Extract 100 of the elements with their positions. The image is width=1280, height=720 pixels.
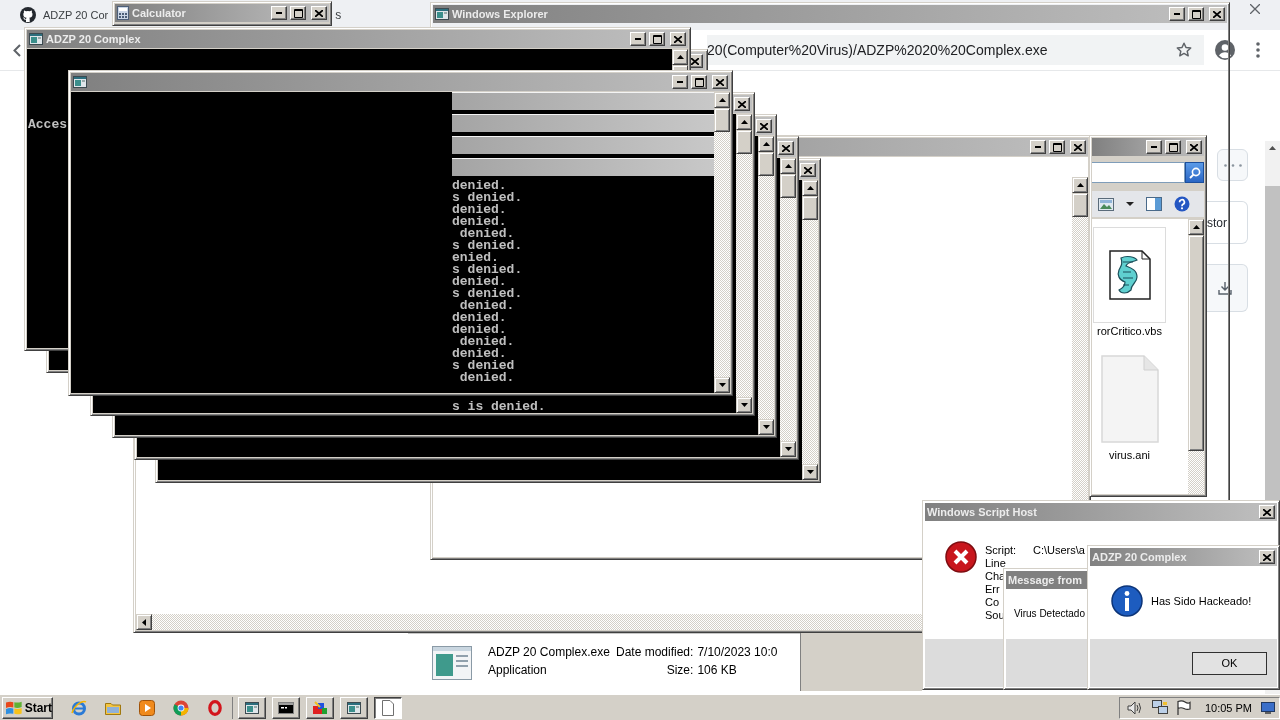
scroll-thumb[interactable] [758,152,774,176]
window-title: Calculator [132,7,186,19]
close-button[interactable] [734,97,750,111]
scroll-thumb[interactable] [780,174,796,198]
scrollbar[interactable] [736,114,752,413]
minimize-icon [1151,146,1157,148]
account-icon[interactable] [1215,40,1235,60]
scroll-thumb[interactable] [714,108,730,132]
scroll-down-button[interactable] [736,397,752,413]
clock[interactable]: 10:05 PM [1204,701,1252,714]
scrollbar[interactable] [802,180,818,480]
scroll-up-button[interactable] [736,114,752,130]
up-arrow-icon[interactable] [1269,146,1276,150]
scroll-down-button[interactable] [714,377,730,393]
flag-icon[interactable] [1176,700,1191,715]
close-icon [782,144,790,152]
back-button[interactable] [13,43,21,57]
speaker-icon[interactable] [1126,700,1143,715]
scroll-left-button[interactable] [136,614,152,630]
minimize-button[interactable] [1030,140,1046,154]
scroll-up-button[interactable] [672,49,688,65]
download-icon [1218,281,1232,295]
maximize-button[interactable] [1165,140,1181,154]
scroll-thumb[interactable] [1265,186,1280,501]
tab-title[interactable]: s [335,8,342,22]
close-button[interactable] [800,163,816,177]
layout-icon[interactable] [1146,197,1162,211]
file-tile[interactable] [1093,227,1166,323]
close-button[interactable] [1259,505,1275,519]
minimize-button[interactable] [271,6,287,20]
close-button[interactable] [311,6,327,20]
down-arrow-icon [718,383,726,387]
scroll-thumb[interactable] [672,65,688,70]
close-button[interactable] [1209,7,1225,21]
scroll-down-button[interactable] [780,441,796,457]
maximize-button[interactable] [1188,7,1204,21]
close-button[interactable] [778,141,794,155]
network-icon[interactable] [1151,700,1168,715]
menu-icon[interactable] [1256,42,1260,58]
scrollbar[interactable] [672,49,688,70]
window-icon [347,701,361,714]
logo-icon [20,7,36,23]
minimize-button[interactable] [630,32,646,46]
help-icon[interactable] [1174,196,1190,212]
scroll-up-button[interactable] [1188,219,1204,235]
tab-title[interactable]: ADZP 20 Cor [43,9,109,21]
paint-icon [312,700,328,715]
field-label: Err [985,583,1001,596]
star-icon[interactable] [1176,42,1192,58]
message-text: Virus Detectado [1014,608,1085,619]
taskbar-button[interactable] [374,696,402,719]
scrollbar[interactable] [780,158,796,457]
scroll-thumb[interactable] [736,130,752,154]
scroll-down-button[interactable] [758,419,774,435]
maximize-button[interactable] [649,32,665,46]
scroll-up-button[interactable] [780,158,796,174]
scroll-thumb[interactable] [802,196,818,220]
scroll-up-button[interactable] [1072,177,1088,193]
minimize-button[interactable] [672,75,688,89]
monitor-icon[interactable] [1261,701,1275,714]
close-button[interactable] [1186,140,1202,154]
scroll-up-button[interactable] [802,180,818,196]
close-button[interactable] [756,119,772,133]
scroll-thumb[interactable] [1188,235,1204,451]
search-field[interactable] [1092,162,1185,183]
scrollbar[interactable] [136,614,922,630]
scroll-down-button[interactable] [802,464,818,480]
scrollbar[interactable] [1188,219,1204,494]
close-button[interactable] [1259,550,1275,564]
minimize-icon [677,81,683,83]
picture-icon[interactable] [1098,197,1114,211]
console-line: denied. [459,300,515,312]
address-bar[interactable]: 20(Computer%20Virus)/ADZP%2020%20Complex.exe [707,35,1204,65]
browser-icon [71,699,87,716]
close-icon [1263,553,1271,561]
console-line: denied. [452,216,507,228]
scroll-thumb[interactable] [1072,193,1088,217]
more-icon [1223,163,1242,167]
console-line: denied. [452,204,507,216]
caret-icon[interactable] [1126,202,1134,206]
up-arrow-icon [676,55,684,59]
search-button[interactable] [1185,162,1204,183]
console-line: s denied. [452,192,523,204]
scrollbar[interactable] [714,92,730,393]
minimize-button[interactable] [1146,140,1162,154]
close-button[interactable] [1070,140,1086,154]
start-button[interactable]: Start [2,696,53,719]
ok-button[interactable]: OK [1192,651,1267,675]
maximize-button[interactable] [691,75,707,89]
maximize-button[interactable] [290,6,306,20]
scroll-up-button[interactable] [714,92,730,108]
more-button[interactable] [1217,149,1248,181]
close-button[interactable] [712,75,728,89]
minimize-button[interactable] [1169,7,1185,21]
scrollbar[interactable] [758,136,774,435]
scroll-up-button[interactable] [758,136,774,152]
close-button[interactable] [670,32,686,46]
maximize-button[interactable] [1049,140,1065,154]
folder-icon [105,700,121,715]
down-arrow-icon [806,470,814,474]
